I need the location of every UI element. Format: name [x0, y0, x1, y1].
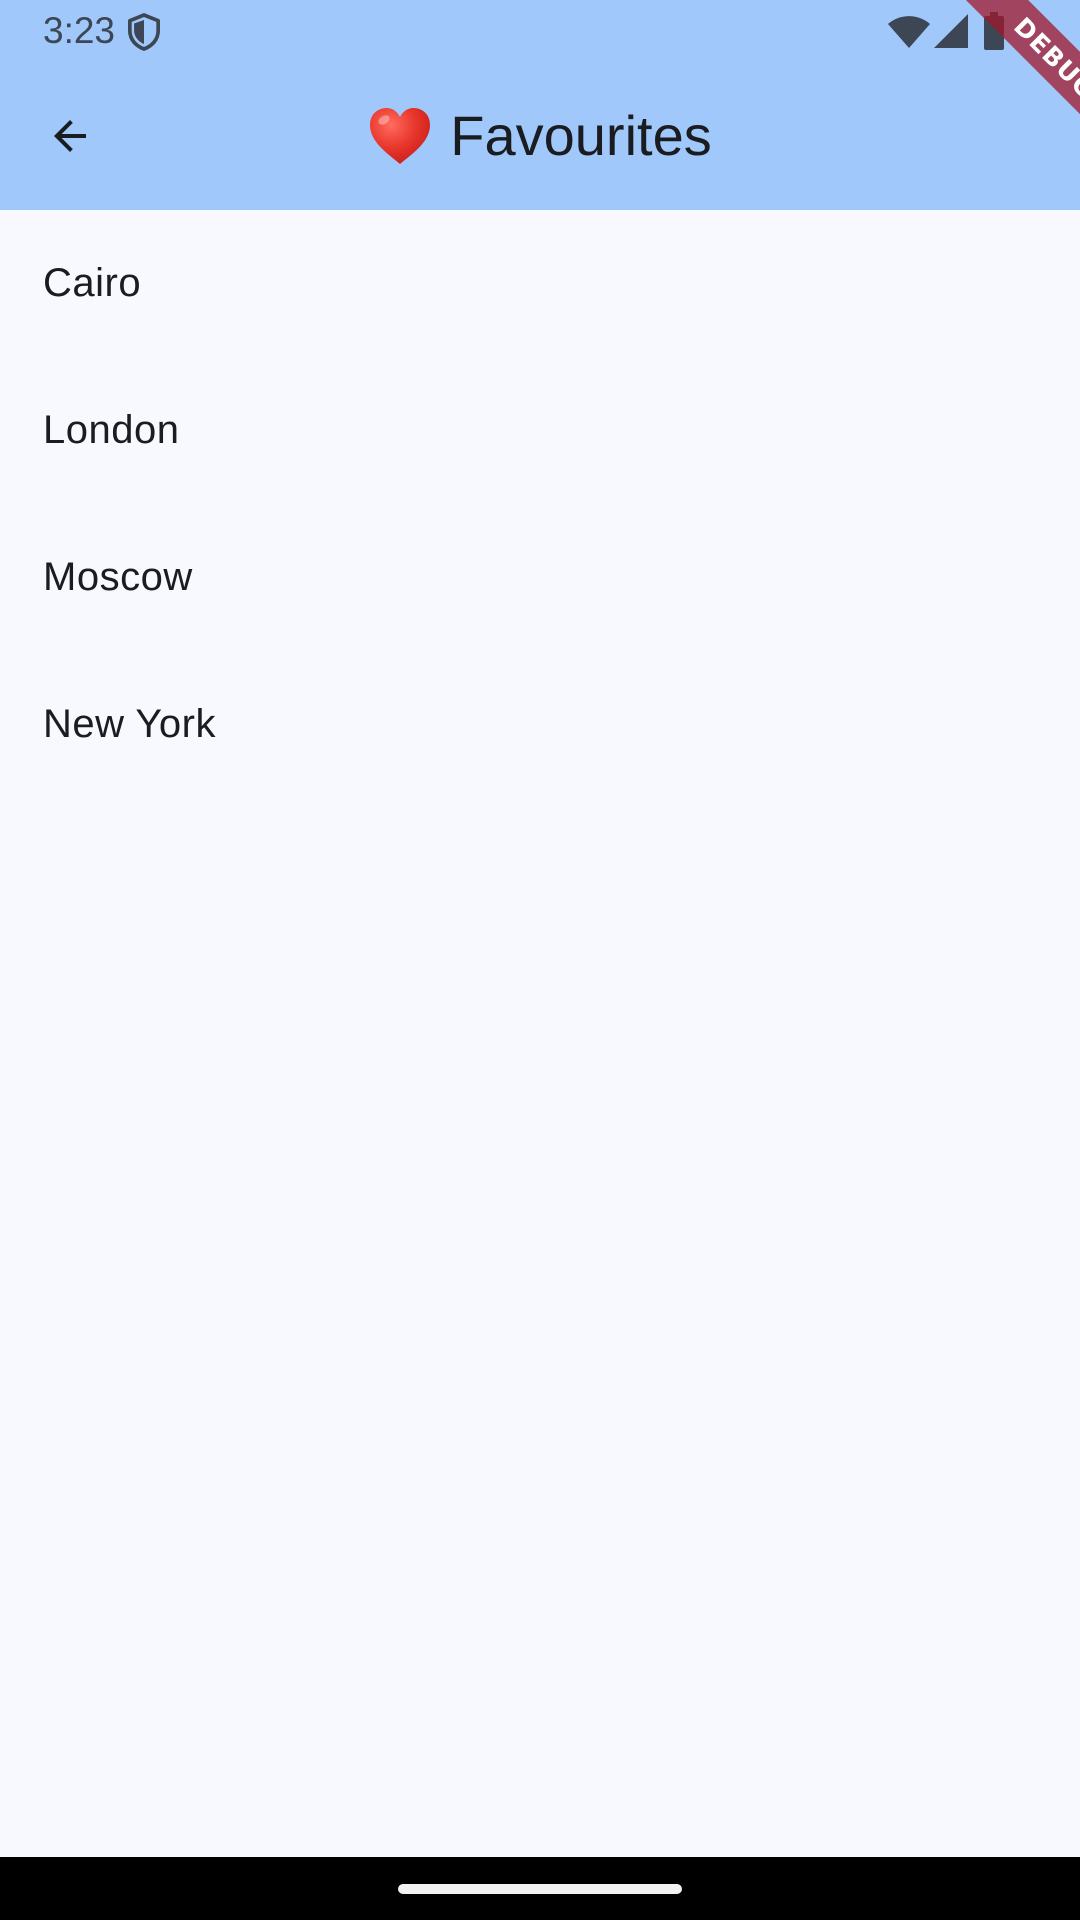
system-nav-bar — [0, 1857, 1080, 1920]
back-button[interactable] — [34, 100, 106, 172]
list-item-moscow[interactable]: Moscow — [0, 504, 1080, 651]
list-item-cairo[interactable]: Cairo — [0, 210, 1080, 357]
title-group: Favourites — [0, 62, 1080, 210]
red-heart-icon — [370, 108, 431, 164]
shield-icon — [127, 13, 161, 51]
list-item-label: Cairo — [43, 261, 142, 305]
home-indicator[interactable] — [398, 1884, 682, 1894]
page-title: Favourites — [450, 104, 712, 167]
arrow-back-icon — [54, 120, 86, 152]
favourites-list: Cairo London Moscow New York — [0, 210, 1080, 798]
status-time: 3:23 — [43, 10, 116, 51]
screen: 3:23 Favourites DEBUG Cairo London Mosco… — [0, 0, 1080, 1920]
battery-icon — [984, 12, 1004, 50]
status-bar: 3:23 — [0, 0, 1080, 62]
list-item-london[interactable]: London — [0, 357, 1080, 504]
list-item-new-york[interactable]: New York — [0, 651, 1080, 798]
list-item-label: London — [43, 408, 180, 452]
wifi-icon — [888, 16, 930, 48]
list-item-label: New York — [43, 702, 216, 746]
signal-icon — [934, 14, 968, 48]
list-item-label: Moscow — [43, 555, 193, 599]
top-area: 3:23 Favourites — [0, 0, 1080, 210]
app-bar: Favourites — [0, 62, 1080, 210]
